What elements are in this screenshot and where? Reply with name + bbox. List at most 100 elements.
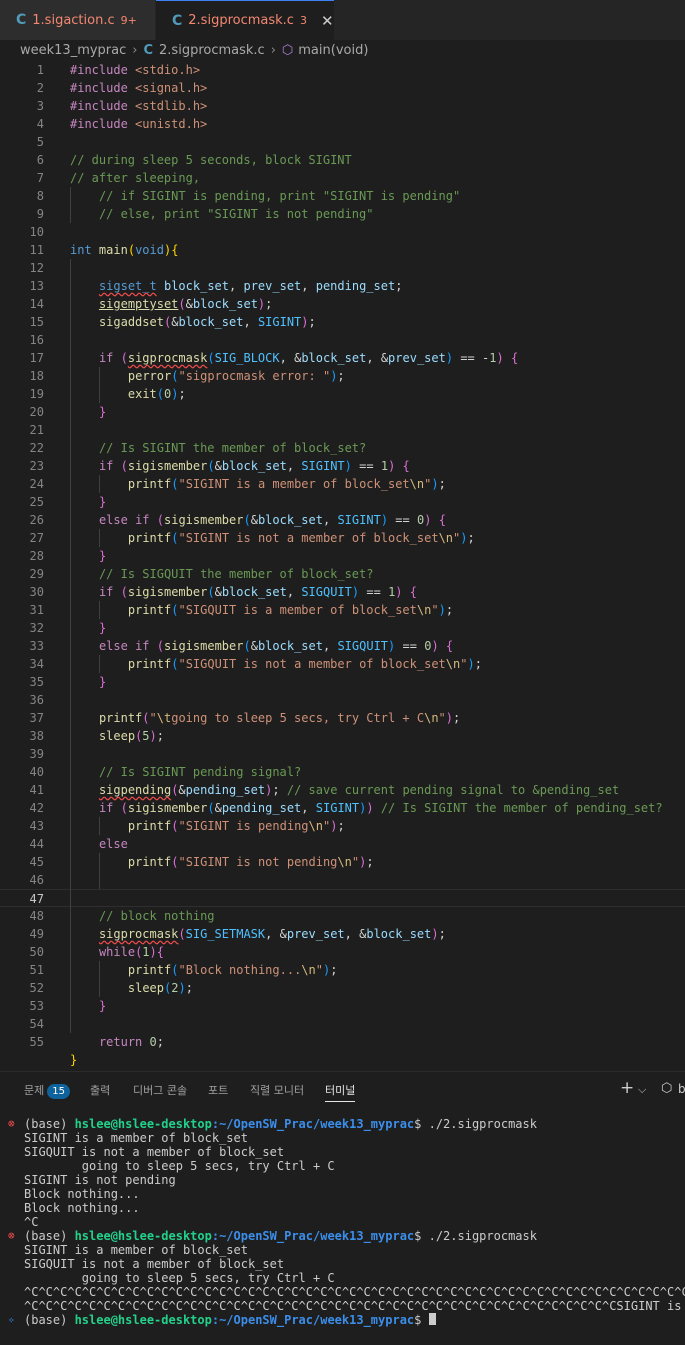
code-line[interactable]: 17 if (sigprocmask(SIG_BLOCK, &block_set… [0,349,685,367]
indent-guide [98,529,100,547]
problem-count-badge: 9+ [120,13,137,27]
code-line[interactable]: 19 exit(0); [0,385,685,403]
chevron-right-icon: › [270,42,276,58]
code-line[interactable]: 29 // Is SIGQUIT the member of block_set… [0,565,685,583]
code-line[interactable]: 50 while(1){ [0,943,685,961]
overflow-label: b [678,1082,685,1096]
code-text: } [98,549,107,563]
tab-terminal[interactable]: 터미널 [325,1082,356,1102]
terminal-output-line: ^C^C^C^C^C^C^C^C^C^C^C^C^C^C^C^C^C^C^C^C… [0,1285,685,1299]
code-editor[interactable]: 1 #include <stdio.h> 2 #include <signal.h> 3… [0,61,685,1067]
code-line[interactable]: 21 [0,421,685,439]
code-line[interactable]: 32 } [0,619,685,637]
editor-tab-bar: C 1.sigaction.c 9+ C 2.sigprocmask.c 3 ✕ [0,0,685,40]
tab-serial-monitor[interactable]: 직렬 모니터 [250,1082,304,1098]
sparkle-icon[interactable]: ✧ [8,1313,15,1327]
code-line[interactable]: 24 printf("SIGINT is a member of block_s… [0,475,685,493]
error-status-icon: ⊗ [8,1117,15,1130]
code-line[interactable]: 28 } [0,547,685,565]
line-number: 32 [29,621,44,635]
code-line[interactable]: 25 } [0,493,685,511]
bottom-panel: 문제 15 출력 디버그 콘솔 포트 직렬 모니터 터미널 + ⌵ ⬡ b ⊗ (b… [0,1072,685,1345]
line-number: 4 [36,117,44,131]
code-line[interactable]: 23 if (sigismember(&block_set, SIGINT) =… [0,457,685,475]
prompt-path: :~/OpenSW_Prac/week13_myprac [211,1117,415,1131]
code-line[interactable]: 5 [0,133,685,151]
tab-output[interactable]: 출력 [90,1082,110,1098]
tab-1-sigaction[interactable]: C 1.sigaction.c 9+ [0,0,155,40]
code-line[interactable]: 16 [0,331,685,349]
code-line[interactable]: 35 } [0,673,685,691]
code-line[interactable]: 47 [0,889,685,907]
code-line[interactable]: 45 printf("SIGINT is not pending\n"); [0,853,685,871]
close-tab-icon[interactable]: ✕ [321,12,334,30]
code-line[interactable]: 49 sigprocmask(SIG_SETMASK, &prev_set, &… [0,925,685,943]
code-line[interactable]: 13 sigset_t block_set, prev_set, pending… [0,277,685,295]
code-line[interactable]: 48 // block nothing [0,907,685,925]
terminal-profile-icon[interactable]: ⬡ [661,1081,672,1096]
code-line[interactable]: 15 sigaddset(&block_set, SIGINT); [0,313,685,331]
code-line[interactable]: 55 return 0; [0,1033,685,1051]
code-line[interactable]: 10 [0,223,685,241]
code-line[interactable]: 52 sleep(2); [0,979,685,997]
code-line[interactable]: 40 // Is SIGINT pending signal? [0,763,685,781]
new-terminal-icon[interactable]: + [620,1078,634,1098]
output-text: SIGINT is a member of block_set [24,1131,248,1145]
tab-debug-console[interactable]: 디버그 콘솔 [133,1082,187,1098]
code-line[interactable]: 42 if (sigismember(&pending_set, SIGINT)… [0,799,685,817]
line-number: 19 [29,387,44,401]
code-line[interactable]: 46 [0,871,685,889]
line-number: 52 [29,981,44,995]
code-line[interactable]: 7 // after sleeping, [0,169,685,187]
code-line[interactable]: 53 } [0,997,685,1015]
code-line[interactable]: 27 printf("SIGINT is not a member of blo… [0,529,685,547]
code-line[interactable]: 41 sigpending(&pending_set); // save cur… [0,781,685,799]
code-line[interactable]: 2 #include <signal.h> [0,79,685,97]
line-number: 39 [29,747,44,761]
code-line[interactable]: 36 [0,691,685,709]
line-number: 35 [29,675,44,689]
code-text: #include <stdio.h> [70,63,201,77]
code-line[interactable]: 9 // else, print "SIGINT is not pending" [0,205,685,223]
code-line[interactable]: 26 else if (sigismember(&block_set, SIGI… [0,511,685,529]
code-text: printf("SIGINT is pending\n"); [127,819,345,833]
code-line[interactable]: 22 // Is SIGINT the member of block_set? [0,439,685,457]
breadcrumb-symbol[interactable]: main(void) [298,43,368,58]
code-line[interactable]: 43 printf("SIGINT is pending\n"); [0,817,685,835]
code-line[interactable]: 8 // if SIGINT is pending, print "SIGINT… [0,187,685,205]
code-line[interactable]: 33 else if (sigismember(&block_set, SIGQ… [0,637,685,655]
code-line[interactable]: 30 if (sigismember(&block_set, SIGQUIT) … [0,583,685,601]
line-number: 28 [29,549,44,563]
breadcrumb-folder[interactable]: week13_myprac [20,43,126,58]
code-line[interactable]: 11 int main(void){ [0,241,685,259]
code-text: } [70,1053,78,1067]
code-line[interactable]: 6 // during sleep 5 seconds, block SIGINT [0,151,685,169]
code-line[interactable]: 44 else [0,835,685,853]
code-line[interactable]: 37 printf("\tgoing to sleep 5 secs, try … [0,709,685,727]
line-number: 48 [29,909,44,923]
tab-problems[interactable]: 문제 15 [24,1082,70,1099]
code-line[interactable]: 18 perror("sigprocmask error: "); [0,367,685,385]
code-text: // during sleep 5 seconds, block SIGINT [70,153,352,167]
code-line[interactable]: 20 } [0,403,685,421]
code-line[interactable]: 54 [0,1015,685,1033]
code-line[interactable]: 34 printf("SIGQUIT is not a member of bl… [0,655,685,673]
code-line[interactable]: 1 #include <stdio.h> [0,61,685,79]
line-number: 2 [36,81,44,95]
tab-ports[interactable]: 포트 [208,1082,228,1098]
chevron-down-icon[interactable]: ⌵ [638,1083,646,1097]
code-text: // if SIGINT is pending, print "SIGINT i… [98,189,461,203]
code-line[interactable]: 12 [0,259,685,277]
code-text: sleep(5); [98,729,164,743]
code-line[interactable]: 4 #include <unistd.h> [0,115,685,133]
code-line[interactable]: 39 [0,745,685,763]
breadcrumb-file[interactable]: 2.sigprocmask.c [159,43,265,58]
code-line[interactable]: 14 sigemptyset(&block_set); [0,295,685,313]
code-line[interactable]: 3 #include <stdlib.h> [0,97,685,115]
code-line[interactable]: 51 printf("Block nothing...\n"); [0,961,685,979]
tab-2-sigprocmask[interactable]: C 2.sigprocmask.c 3 ✕ [156,0,334,40]
indent-guide [98,655,100,673]
code-line[interactable]: 38 sleep(5); [0,727,685,745]
code-line[interactable]: } [0,1051,685,1069]
code-line[interactable]: 31 printf("SIGQUIT is a member of block_… [0,601,685,619]
